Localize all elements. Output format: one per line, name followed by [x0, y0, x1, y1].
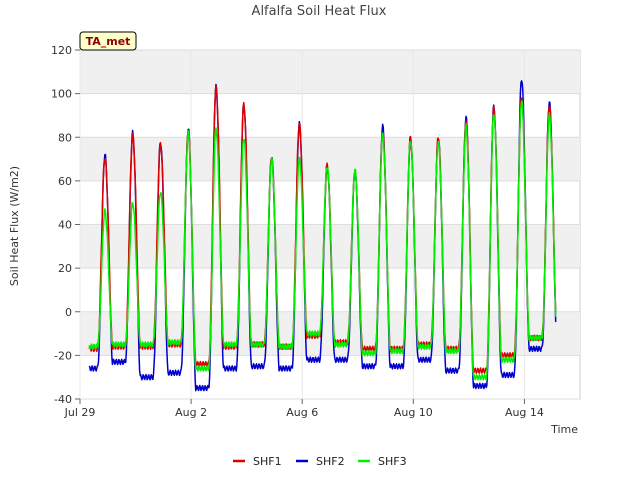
legend: SHF1 SHF2 SHF3 [233, 455, 407, 468]
y-tick-label: 60 [58, 175, 72, 188]
x-axis-label: Time [550, 423, 578, 436]
x-tick-label: Aug 10 [394, 406, 433, 419]
x-tick-label: Aug 6 [286, 406, 318, 419]
y-tick-label: 80 [58, 131, 72, 144]
y-tick-label: 20 [58, 262, 72, 275]
y-tick-label: -40 [54, 393, 72, 406]
legend-label: SHF3 [378, 455, 407, 468]
station-badge-label: TA_met [86, 35, 131, 48]
chart: Alfalfa Soil Heat Flux -40 -20 0 20 40 60 80 10… [0, 0, 640, 480]
y-tick-label: 100 [51, 88, 72, 101]
y-tick-label: 120 [51, 44, 72, 57]
station-badge: TA_met [79, 31, 137, 51]
y-axis-label: Soil Heat Flux (W/m2) [8, 166, 21, 286]
plot-band [80, 50, 580, 94]
chart-title: Alfalfa Soil Heat Flux [252, 4, 387, 19]
legend-label: SHF2 [316, 455, 345, 468]
y-tick-label: 40 [58, 219, 72, 232]
legend-label: SHF1 [253, 455, 282, 468]
y-tick-label: -20 [54, 349, 72, 362]
x-tick-label: Aug 14 [505, 406, 544, 419]
x-tick-label: Jul 29 [64, 406, 96, 419]
y-tick-label: 0 [65, 306, 72, 319]
plot-band [80, 137, 580, 181]
x-tick-label: Aug 2 [175, 406, 207, 419]
